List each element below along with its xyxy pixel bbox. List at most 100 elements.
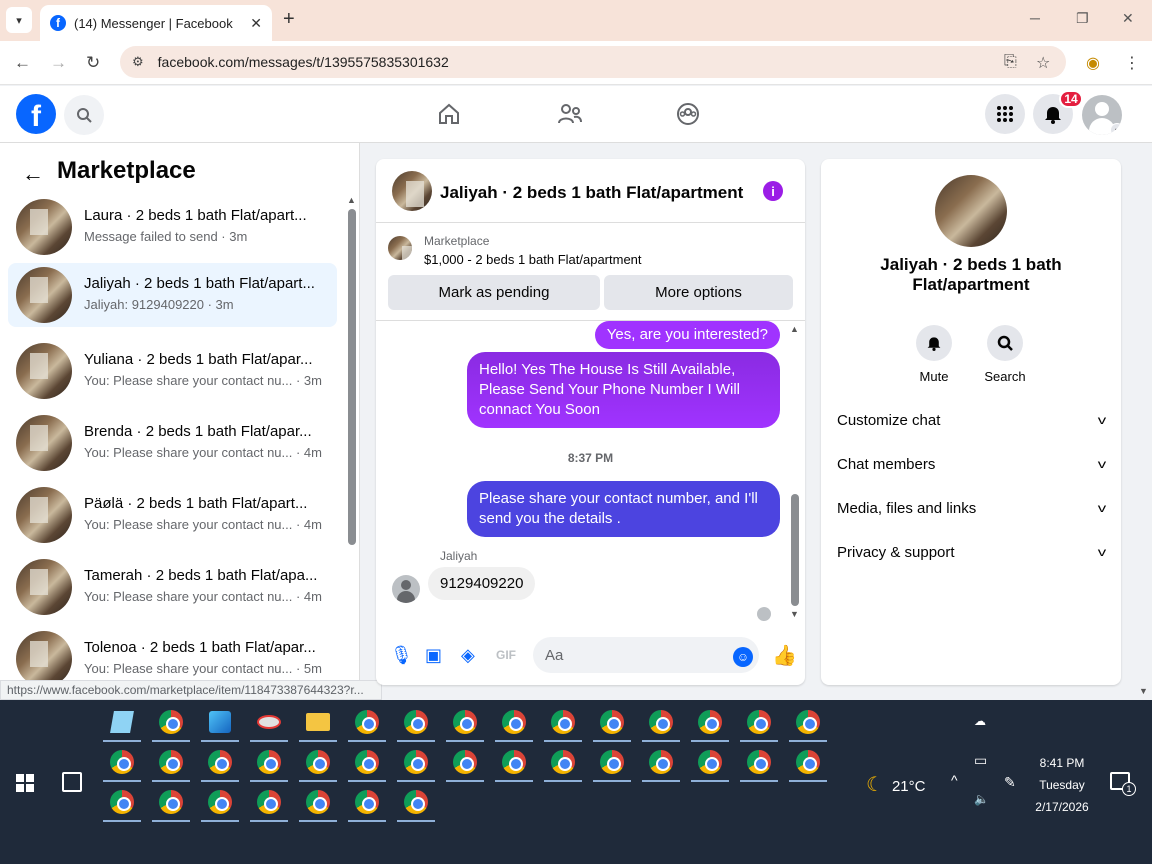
weather-widget[interactable]: ☾ 21°C (866, 772, 925, 797)
chat-title[interactable]: Jaliyah · 2 beds 1 bath Flat/apartment (440, 183, 743, 203)
chat-members-row[interactable]: Chat members v (837, 442, 1106, 486)
facebook-logo-icon[interactable]: f (16, 94, 56, 134)
volume-icon[interactable]: 🔈 (974, 792, 989, 806)
scroll-up-icon[interactable]: ▲ (347, 195, 356, 205)
url-field[interactable]: ⚙ facebook.com/messages/t/13955758353016… (120, 46, 1066, 78)
conversation-jaliyah[interactable]: Jaliyah · 2 beds 1 bath Flat/apart... Ja… (8, 263, 337, 327)
chrome-profile-icon[interactable] (397, 784, 435, 822)
chrome-profile-icon[interactable] (348, 744, 386, 782)
info-icon[interactable]: i (763, 181, 783, 201)
emoji-icon[interactable]: ☺ (733, 647, 753, 667)
forward-icon[interactable]: → (50, 53, 67, 73)
listing-thumbnail[interactable] (388, 236, 412, 260)
chrome-profile-icon[interactable] (740, 704, 778, 742)
listing-title[interactable]: $1,000 - 2 beds 1 bath Flat/apartment (424, 252, 642, 267)
media-files-links-row[interactable]: Media, files and links v (837, 486, 1106, 530)
conversation-paola[interactable]: Päølä · 2 beds 1 bath Flat/apart... You:… (8, 483, 337, 547)
chrome-profile-icon[interactable] (642, 704, 680, 742)
browser-menu-icon[interactable]: ⋮ (1124, 53, 1140, 73)
restore-icon[interactable]: ❐ (1076, 10, 1089, 27)
back-arrow-icon[interactable]: ← (22, 161, 44, 187)
chrome-profile-icon[interactable] (201, 744, 239, 782)
chrome-profile-icon[interactable] (789, 704, 827, 742)
chrome-profile-icon[interactable] (593, 704, 631, 742)
chrome-profile-icon[interactable] (495, 704, 533, 742)
account-avatar[interactable]: ▾ (1082, 95, 1122, 135)
chrome-profile-icon[interactable] (691, 744, 729, 782)
conversation-laura[interactable]: Laura · 2 beds 1 bath Flat/apart... Mess… (8, 195, 337, 259)
chrome-profile-icon[interactable] (152, 744, 190, 782)
notification-center-icon[interactable]: 1 (1110, 772, 1136, 796)
close-tab-icon[interactable]: ✕ (250, 15, 262, 32)
notepad-icon[interactable] (103, 704, 141, 742)
groups-icon[interactable] (676, 102, 700, 131)
profile-icon[interactable]: ◉ (1086, 53, 1100, 73)
mute-button[interactable]: Mute (904, 325, 964, 384)
chrome-profile-icon[interactable] (691, 704, 729, 742)
chrome-profile-icon[interactable] (397, 704, 435, 742)
new-tab-button[interactable]: + (283, 8, 295, 31)
close-window-icon[interactable]: ✕ (1122, 10, 1134, 27)
chrome-profile-icon[interactable] (544, 704, 582, 742)
chrome-profile-icon[interactable] (348, 784, 386, 822)
network-icon[interactable]: ▭ (974, 752, 987, 769)
chrome-profile-icon[interactable] (789, 744, 827, 782)
browser-tab[interactable]: f (14) Messenger | Facebook ✕ (40, 5, 272, 41)
privacy-support-row[interactable]: Privacy & support v (837, 530, 1106, 574)
customize-chat-row[interactable]: Customize chat v (837, 398, 1106, 442)
chrome-profile-icon[interactable] (152, 784, 190, 822)
chrome-profile-icon[interactable] (250, 784, 288, 822)
menu-grid-icon[interactable] (985, 94, 1025, 134)
install-app-icon[interactable]: ⎘ (1004, 53, 1017, 71)
chrome-profile-icon[interactable] (299, 744, 337, 782)
chrome-profile-icon[interactable] (299, 784, 337, 822)
tab-search-button[interactable]: ▾ (6, 7, 32, 33)
friends-icon[interactable] (557, 102, 583, 131)
conversation-tamerah[interactable]: Tamerah · 2 beds 1 bath Flat/apa... You:… (8, 555, 337, 619)
sticker-icon[interactable]: ◈ (461, 645, 475, 666)
more-options-button[interactable]: More options (604, 275, 793, 310)
scroll-down-icon[interactable]: ▼ (790, 609, 799, 619)
chrome-profile-icon[interactable] (740, 744, 778, 782)
chat-scrollbar[interactable] (791, 494, 799, 606)
chrome-profile-icon[interactable] (103, 784, 141, 822)
chrome-profile-icon[interactable] (103, 744, 141, 782)
photos-icon[interactable] (201, 704, 239, 742)
pen-icon[interactable]: ✎ (1004, 774, 1016, 791)
search-conversation-button[interactable]: Search (975, 325, 1035, 384)
chrome-icon[interactable] (152, 704, 190, 742)
bookmark-star-icon[interactable]: ☆ (1036, 53, 1050, 73)
scroll-up-icon[interactable]: ▲ (790, 324, 799, 334)
search-icon[interactable] (64, 95, 104, 135)
back-icon[interactable]: ← (14, 53, 31, 73)
chrome-profile-icon[interactable] (250, 744, 288, 782)
show-hidden-icons-chevron-icon[interactable]: ^ (951, 772, 958, 788)
system-clock[interactable]: 8:41 PM Tuesday 2/17/2026 (1028, 752, 1096, 818)
paint-icon[interactable] (250, 704, 288, 742)
chrome-profile-icon[interactable] (446, 744, 484, 782)
chat-avatar[interactable] (392, 171, 432, 211)
chrome-profile-icon[interactable] (642, 744, 680, 782)
microphone-icon[interactable]: 🎙 (390, 645, 413, 666)
chrome-profile-icon[interactable] (593, 744, 631, 782)
reload-icon[interactable]: ↻ (86, 53, 100, 73)
mark-as-pending-button[interactable]: Mark as pending (388, 275, 600, 310)
photo-icon[interactable]: ▣ (425, 645, 442, 666)
message-input[interactable] (533, 637, 759, 673)
conversation-brenda[interactable]: Brenda · 2 beds 1 bath Flat/apar... You:… (8, 411, 337, 475)
chrome-profile-icon[interactable] (495, 744, 533, 782)
like-thumb-icon[interactable]: 👍 (772, 643, 797, 668)
minimize-icon[interactable]: ─ (1030, 10, 1040, 26)
windows-start-icon[interactable] (16, 774, 34, 792)
chrome-profile-icon[interactable] (446, 704, 484, 742)
chrome-profile-icon[interactable] (397, 744, 435, 782)
gif-icon[interactable]: GIF (496, 648, 516, 662)
page-scroll-down-icon[interactable]: ▼ (1139, 686, 1148, 696)
task-view-icon[interactable] (62, 772, 82, 792)
home-icon[interactable] (437, 102, 461, 131)
conversation-yuliana[interactable]: Yuliana · 2 beds 1 bath Flat/apar... You… (8, 339, 337, 403)
listing-avatar[interactable] (935, 175, 1007, 247)
sidebar-scrollbar[interactable] (348, 209, 356, 545)
file-explorer-icon[interactable] (299, 704, 337, 742)
chrome-profile-icon[interactable] (544, 744, 582, 782)
